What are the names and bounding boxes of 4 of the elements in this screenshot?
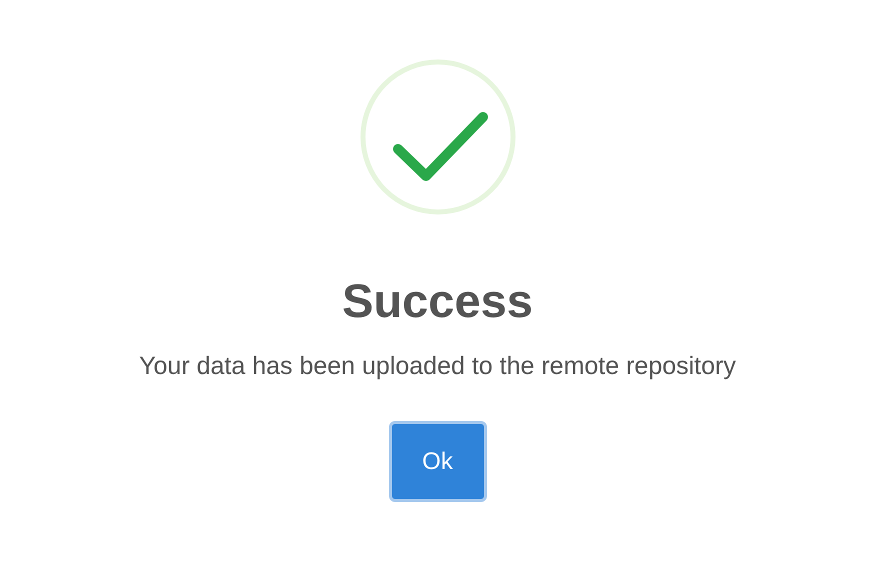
success-check-icon <box>360 59 516 215</box>
dialog-title: Success <box>342 273 533 329</box>
ok-button[interactable]: Ok <box>388 421 486 502</box>
dialog-message: Your data has been uploaded to the remote repository <box>139 351 736 381</box>
